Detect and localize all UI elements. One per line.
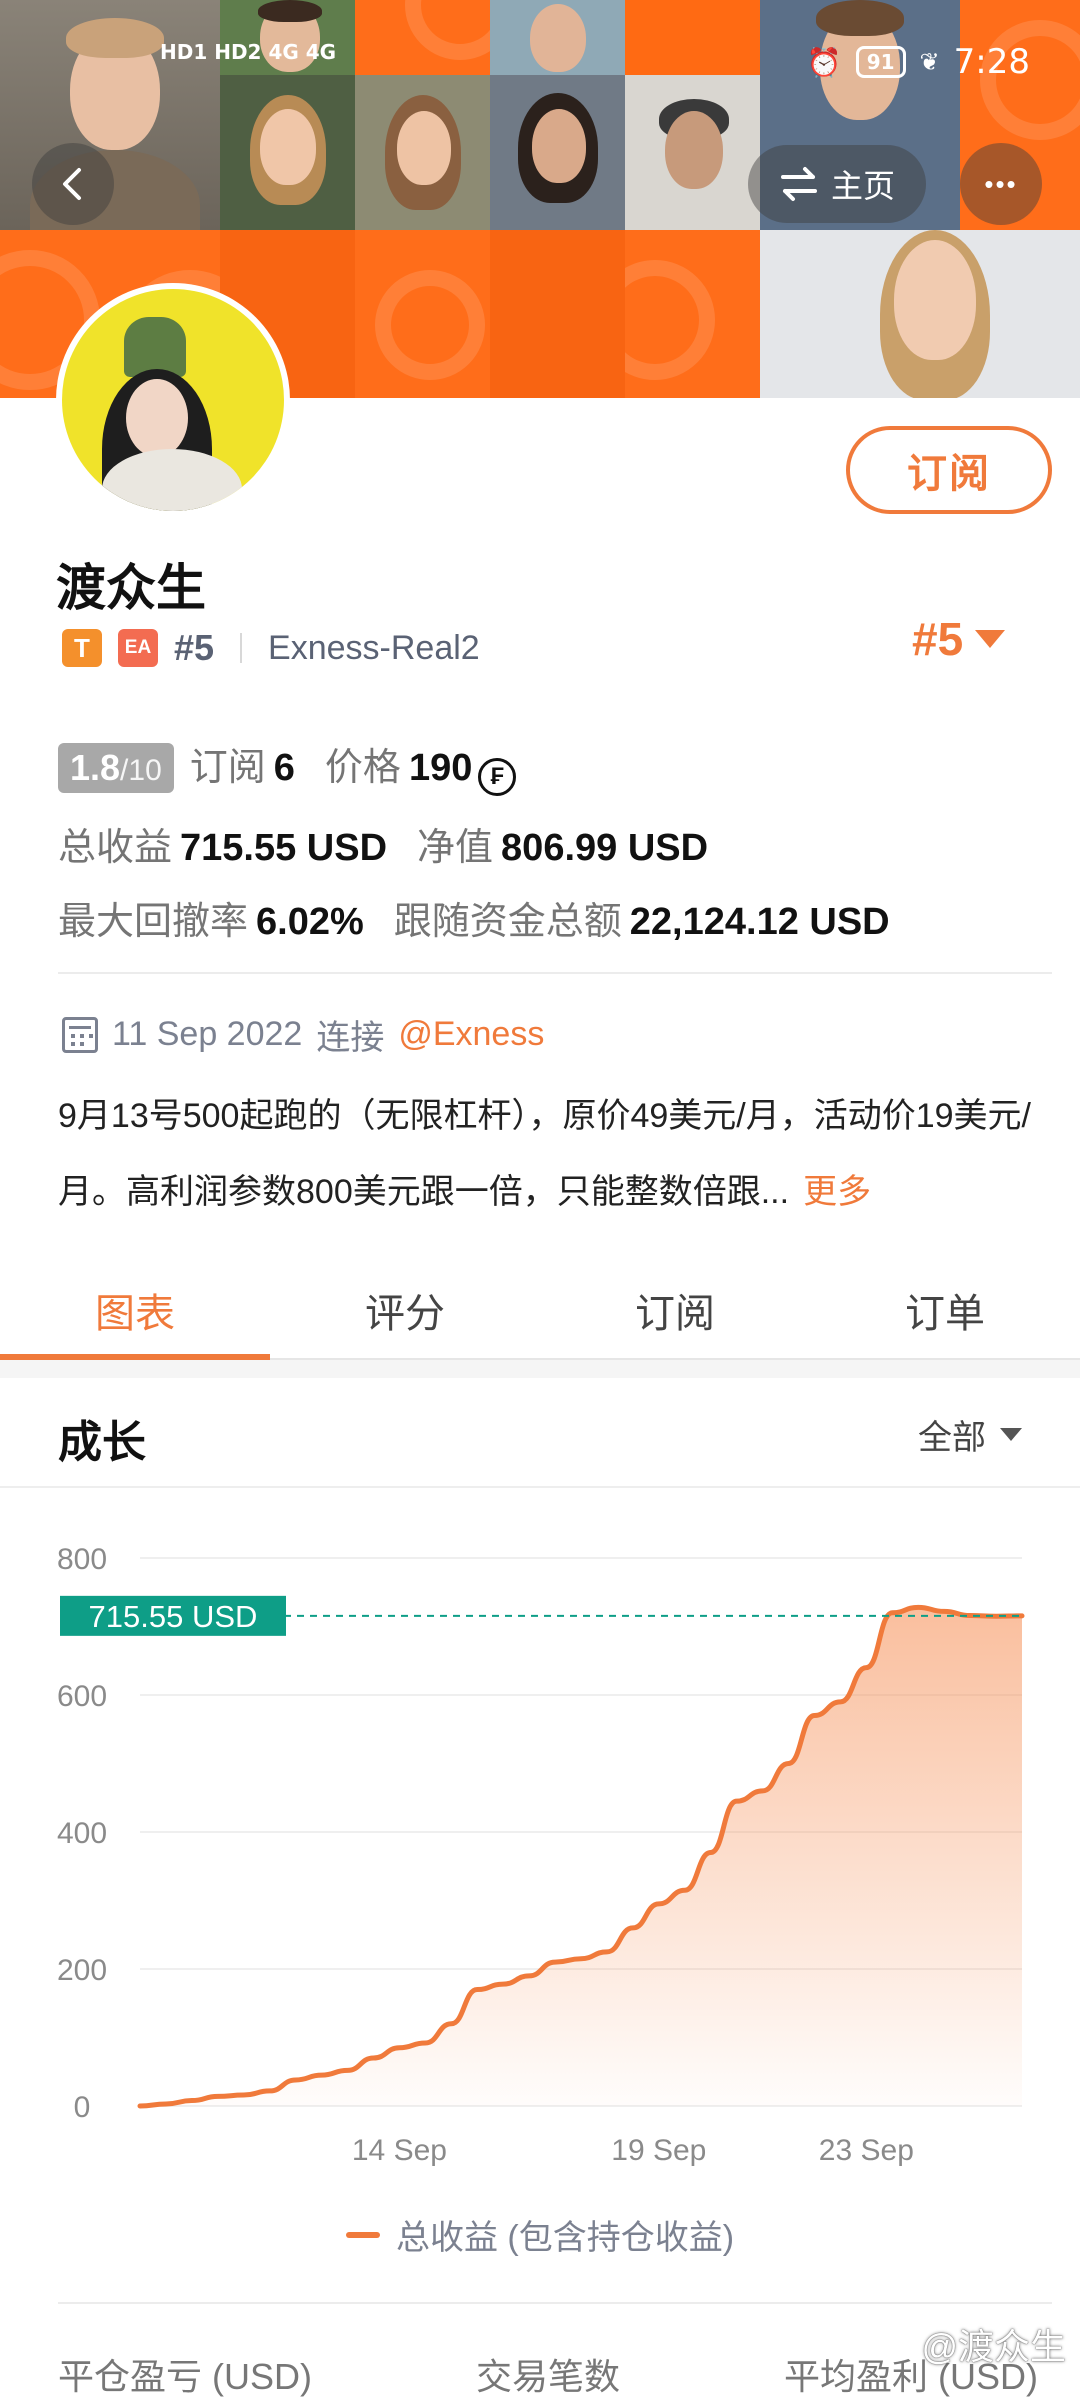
tab-orders[interactable]: 订单 xyxy=(810,1262,1080,1358)
rank-label: #5 xyxy=(174,627,215,668)
score-badge: 1.8/10 xyxy=(58,743,174,793)
growth-header: 成长 全部 xyxy=(0,1378,1080,1488)
chart-legend: 总收益 (包含持仓收益) xyxy=(0,2210,1080,2259)
battery-indicator: 91 xyxy=(855,46,906,78)
rank-dropdown[interactable]: #5 xyxy=(912,612,1006,666)
y-tick-label: 600 xyxy=(57,1680,107,1713)
current-value-label: 715.55 USD xyxy=(89,1599,258,1634)
score-value: 1.8 xyxy=(70,747,121,788)
subscribe-count-label: 订阅 xyxy=(189,747,266,789)
description-text: 9月13号500起跑的（无限杠杆），原价49美元/月，活动价19美元/月。高利润… xyxy=(58,1097,1031,1211)
chevron-left-icon xyxy=(63,168,81,200)
tab-subscriptions[interactable]: 订阅 xyxy=(540,1262,810,1358)
total-profit-value: 715.55 USD xyxy=(180,827,388,869)
range-label: 全部 xyxy=(918,1419,986,1457)
watermark: @渡众生 xyxy=(921,2326,1066,2367)
caret-down-icon xyxy=(975,630,1006,648)
subscribe-count-value: 6 xyxy=(273,747,295,789)
drawdown-label: 最大回撤率 xyxy=(58,901,249,943)
follow-funds-value: 22,124.12 USD xyxy=(629,901,890,943)
range-dropdown[interactable]: 全部 xyxy=(918,1410,1022,1459)
account-info-row: 11 Sep 2022 连接 @Exness xyxy=(62,1010,544,1059)
section-tabs: 图表 评分 订阅 订单 xyxy=(0,1262,1080,1360)
equity-value: 806.99 USD xyxy=(501,827,709,869)
stats-row-2: 总收益 715.55 USD 净值 806.99 USD xyxy=(58,816,708,871)
y-tick-label: 200 xyxy=(57,1954,107,1987)
subscribe-button[interactable]: 订阅 xyxy=(846,426,1052,514)
signal-indicators: HD1 HD2 4G 4G xyxy=(160,40,337,64)
back-button[interactable] xyxy=(32,143,114,225)
drawdown-value: 6.02% xyxy=(256,901,364,943)
trades-count-label: 交易笔数 xyxy=(475,2356,620,2397)
trader-name: 渡众生 xyxy=(56,560,206,616)
banner-pattern-tile xyxy=(490,230,625,398)
equity-label: 净值 xyxy=(417,827,494,869)
price-value: 190 xyxy=(408,747,473,789)
coin-icon: ₣ xyxy=(478,758,517,796)
banner-pattern-tile xyxy=(355,230,490,398)
home-button[interactable]: 主页 xyxy=(748,145,926,223)
status-bar: HD1 HD2 4G 4G ⏰ 91 ❦ 7:28 xyxy=(0,30,1080,110)
x-tick-label: 19 Sep xyxy=(611,2134,706,2167)
score-max: /10 xyxy=(120,754,162,787)
y-tick-label: 800 xyxy=(57,1543,107,1576)
divider xyxy=(58,2302,1052,2304)
banner-photo xyxy=(760,230,1080,398)
banner-pattern-tile xyxy=(625,230,760,398)
legend-swatch xyxy=(345,2231,380,2238)
total-profit-label: 总收益 xyxy=(58,827,173,869)
stats-row-3: 最大回撤率 6.02% 跟随资金总额 22,124.12 USD xyxy=(58,890,890,945)
price-label: 价格 xyxy=(324,747,401,789)
growth-title: 成长 xyxy=(58,1418,146,1467)
clock: 7:28 xyxy=(953,42,1030,82)
account-name: Exness-Real2 xyxy=(268,628,480,667)
alarm-icon: ⏰ xyxy=(806,45,842,79)
more-dots-icon: ••• xyxy=(984,169,1018,199)
broker-link[interactable]: @Exness xyxy=(398,1015,544,1054)
avatar-image xyxy=(62,289,284,511)
trader-tag-badge: T xyxy=(62,629,102,667)
strategy-description: 9月13号500起跑的（无限杠杆），原价49美元/月，活动价19美元/月。高利润… xyxy=(58,1078,1048,1230)
connect-label: 连接 xyxy=(316,1019,385,1057)
section-separator xyxy=(0,1360,1080,1378)
home-label: 主页 xyxy=(830,168,895,204)
legend-label: 总收益 (包含持仓收益) xyxy=(395,2219,735,2257)
bottom-stats-header: 平仓盈亏 (USD) 交易笔数 平均盈利 (USD) xyxy=(58,2348,1038,2400)
y-tick-label: 400 xyxy=(57,1817,107,1850)
growth-chart: 0 200 400 600 800 14 Sep 19 Sep 23 Sep 715.55 US… xyxy=(57,1543,1025,2167)
more-options-button[interactable]: ••• xyxy=(960,143,1042,225)
calendar-icon xyxy=(62,1016,98,1053)
avatar[interactable] xyxy=(56,283,290,517)
tab-rating[interactable]: 评分 xyxy=(270,1262,540,1358)
divider xyxy=(240,633,243,663)
tab-chart[interactable]: 图表 xyxy=(0,1262,270,1360)
leaf-icon: ❦ xyxy=(919,48,940,76)
more-link[interactable]: 更多 xyxy=(803,1173,871,1211)
rank-value: #5 xyxy=(912,613,964,665)
series-area xyxy=(140,1607,1022,2106)
divider xyxy=(58,972,1052,974)
follow-funds-label: 跟随资金总额 xyxy=(393,901,622,943)
stats-row-1: 1.8/10 订阅 6 价格 190 ₣ xyxy=(58,736,517,796)
swap-icon xyxy=(780,167,817,201)
y-tick-label: 0 xyxy=(74,2091,91,2124)
caret-down-icon xyxy=(1000,1428,1022,1441)
ea-tag-badge: EA xyxy=(118,629,158,667)
trader-tags: T EA #5 Exness-Real2 xyxy=(62,625,480,671)
x-tick-label: 14 Sep xyxy=(352,2134,447,2167)
closed-pnl-label: 平仓盈亏 (USD) xyxy=(58,2356,312,2397)
start-date: 11 Sep 2022 xyxy=(112,1015,303,1053)
x-tick-label: 23 Sep xyxy=(819,2134,914,2167)
